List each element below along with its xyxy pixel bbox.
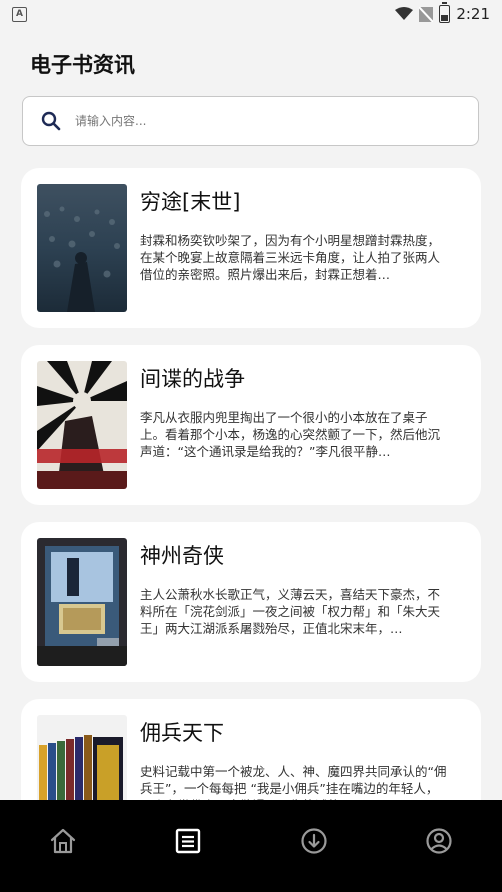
search-input[interactable] <box>73 113 437 129</box>
list-icon <box>176 828 201 854</box>
status-left: A <box>12 6 27 22</box>
search-box[interactable] <box>22 96 479 146</box>
book-cover-image <box>37 538 127 666</box>
status-right: 2:21 <box>395 2 490 23</box>
nav-download[interactable] <box>284 825 344 857</box>
home-icon <box>50 828 75 854</box>
book-card[interactable]: 间谍的战争 李凡从衣服内兜里掏出了一个很小的小本放在了桌子上。看着那个小本，杨逸… <box>21 345 481 505</box>
notification-icon: A <box>12 6 27 22</box>
book-title: 佣兵天下 <box>140 721 224 745</box>
nav-list[interactable] <box>158 825 218 857</box>
book-description: 封霖和杨奕钦吵架了，因为有个小明星想蹭封霖热度，在某个晚宴上故意隔着三米远卡角度… <box>140 233 441 282</box>
bottom-nav <box>0 800 502 892</box>
battery-icon <box>439 2 451 23</box>
download-icon <box>301 828 327 854</box>
book-title: 间谍的战争 <box>140 367 245 391</box>
book-cover-image <box>37 361 127 489</box>
page-title: 电子书资讯 <box>30 53 135 77</box>
book-description: 李凡从衣服内兜里掏出了一个很小的小本放在了桌子上。看着那个小本，杨逸的心突然颤了… <box>140 410 441 459</box>
user-icon <box>426 828 452 854</box>
search-icon <box>41 111 61 131</box>
clock-time: 2:21 <box>456 5 490 23</box>
status-bar: A 2:21 <box>0 0 502 28</box>
wifi-icon <box>395 7 414 20</box>
book-title: 穷途[末世] <box>140 190 241 214</box>
book-description: 主人公萧秋水长歌正气，义薄云天，喜结天下豪杰，不料所在「浣花剑派」一夜之间被「权… <box>140 587 441 636</box>
book-title: 神州奇侠 <box>140 544 224 568</box>
book-card[interactable]: 神州奇侠 主人公萧秋水长歌正气，义薄云天，喜结天下豪杰，不料所在「浣花剑派」一夜… <box>21 522 481 682</box>
nav-profile[interactable] <box>409 825 469 857</box>
book-card[interactable]: 穷途[末世] 封霖和杨奕钦吵架了，因为有个小明星想蹭封霖热度，在某个晚宴上故意隔… <box>21 168 481 328</box>
book-cover-image <box>37 184 127 312</box>
nav-home[interactable] <box>33 825 93 857</box>
signal-off-icon <box>419 6 434 22</box>
